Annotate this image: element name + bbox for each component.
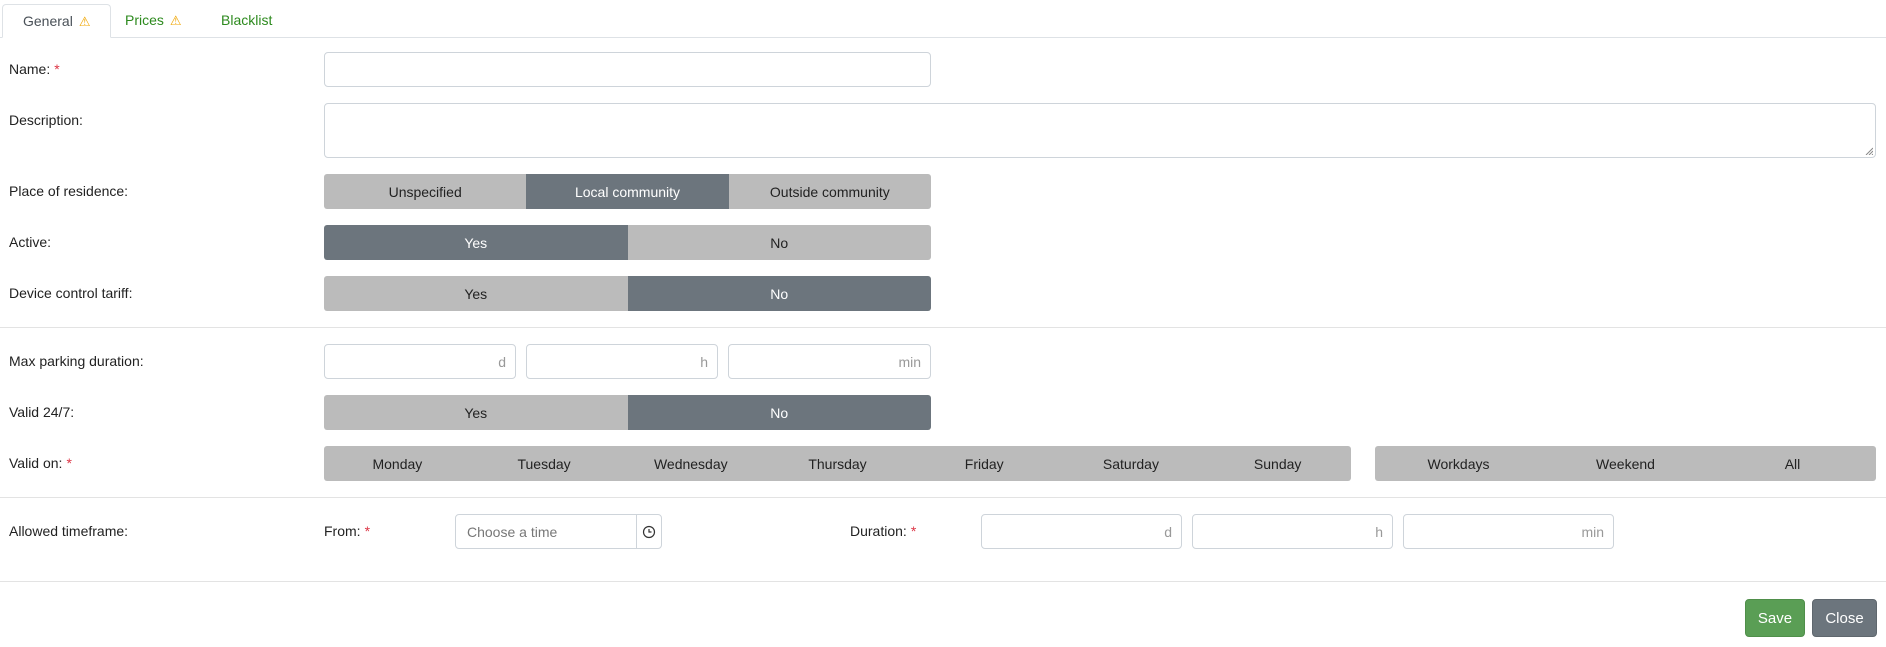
days-unit: d	[1164, 523, 1172, 540]
day-saturday[interactable]: Saturday	[1057, 446, 1205, 481]
duration-hours-input[interactable]: h	[1192, 514, 1393, 549]
name-label: Name: *	[9, 61, 60, 77]
group-all[interactable]: All	[1709, 446, 1876, 481]
weekday-selector: Monday Tuesday Wednesday Thursday Friday…	[324, 446, 1351, 481]
valid247-toggle: Yes No	[324, 395, 931, 430]
residence-option-outside[interactable]: Outside community	[728, 174, 931, 209]
clock-icon[interactable]	[636, 515, 661, 548]
day-tuesday[interactable]: Tuesday	[470, 446, 618, 481]
from-time-placeholder: Choose a time	[467, 523, 558, 540]
tab-blacklist[interactable]: Blacklist	[201, 4, 292, 37]
minutes-unit: min	[898, 353, 921, 370]
max-parking-minutes-input[interactable]: min	[728, 344, 931, 379]
day-thursday[interactable]: Thursday	[764, 446, 911, 481]
active-toggle: Yes No	[324, 225, 931, 260]
duration-label: Duration: *	[850, 523, 917, 539]
tab-blacklist-label: Blacklist	[221, 12, 273, 28]
footer-divider	[0, 581, 1886, 582]
valid-on-label: Valid on: *	[9, 455, 72, 471]
required-marker: *	[910, 523, 917, 539]
active-no-option[interactable]: No	[627, 225, 931, 260]
description-textarea[interactable]	[324, 103, 1876, 158]
residence-option-local[interactable]: Local community	[526, 174, 729, 209]
day-monday[interactable]: Monday	[324, 446, 471, 481]
close-button[interactable]: Close	[1812, 599, 1877, 637]
hours-unit: h	[1375, 523, 1383, 540]
valid247-label: Valid 24/7:	[9, 404, 75, 420]
day-sunday[interactable]: Sunday	[1204, 446, 1351, 481]
day-group-selector: Workdays Weekend All	[1375, 446, 1876, 481]
day-friday[interactable]: Friday	[910, 446, 1058, 481]
active-label: Active:	[9, 234, 52, 250]
max-parking-hours-input[interactable]: h	[526, 344, 718, 379]
device-control-label: Device control tariff:	[9, 285, 133, 301]
timeframe-label: Allowed timeframe:	[9, 523, 129, 539]
residence-selector: Unspecified Local community Outside comm…	[324, 174, 931, 209]
warning-icon: ⚠	[78, 14, 91, 29]
from-time-input[interactable]: Choose a time	[455, 514, 662, 549]
hours-unit: h	[700, 353, 708, 370]
tab-prices-label: Prices	[125, 12, 164, 28]
warning-icon: ⚠	[169, 13, 182, 28]
divider	[0, 327, 1886, 328]
name-input[interactable]	[324, 52, 931, 87]
tab-general[interactable]: General ⚠	[2, 4, 112, 38]
day-wednesday[interactable]: Wednesday	[617, 446, 765, 481]
device-control-toggle: Yes No	[324, 276, 931, 311]
required-marker: *	[364, 523, 371, 539]
valid247-no-option[interactable]: No	[627, 395, 931, 430]
divider	[0, 497, 1886, 498]
group-weekend[interactable]: Weekend	[1542, 446, 1709, 481]
tab-general-label: General	[23, 13, 73, 29]
required-marker: *	[66, 455, 72, 471]
active-yes-option[interactable]: Yes	[324, 225, 628, 260]
device-control-no-option[interactable]: No	[627, 276, 931, 311]
device-control-yes-option[interactable]: Yes	[324, 276, 628, 311]
description-label: Description:	[9, 112, 83, 128]
residence-option-unspecified[interactable]: Unspecified	[324, 174, 527, 209]
required-marker: *	[54, 61, 60, 77]
max-parking-label: Max parking duration:	[9, 353, 144, 369]
tab-bar: General ⚠ Prices ⚠ Blacklist	[0, 0, 1886, 38]
resize-handle-icon[interactable]	[1865, 147, 1873, 155]
minutes-unit: min	[1581, 523, 1604, 540]
save-button[interactable]: Save	[1745, 599, 1805, 637]
valid247-yes-option[interactable]: Yes	[324, 395, 628, 430]
days-unit: d	[498, 353, 506, 370]
residence-label: Place of residence:	[9, 183, 129, 199]
duration-minutes-input[interactable]: min	[1403, 514, 1614, 549]
tab-prices[interactable]: Prices ⚠	[105, 4, 202, 37]
duration-days-input[interactable]: d	[981, 514, 1182, 549]
group-workdays[interactable]: Workdays	[1375, 446, 1542, 481]
max-parking-days-input[interactable]: d	[324, 344, 516, 379]
from-label: From: *	[324, 523, 371, 539]
